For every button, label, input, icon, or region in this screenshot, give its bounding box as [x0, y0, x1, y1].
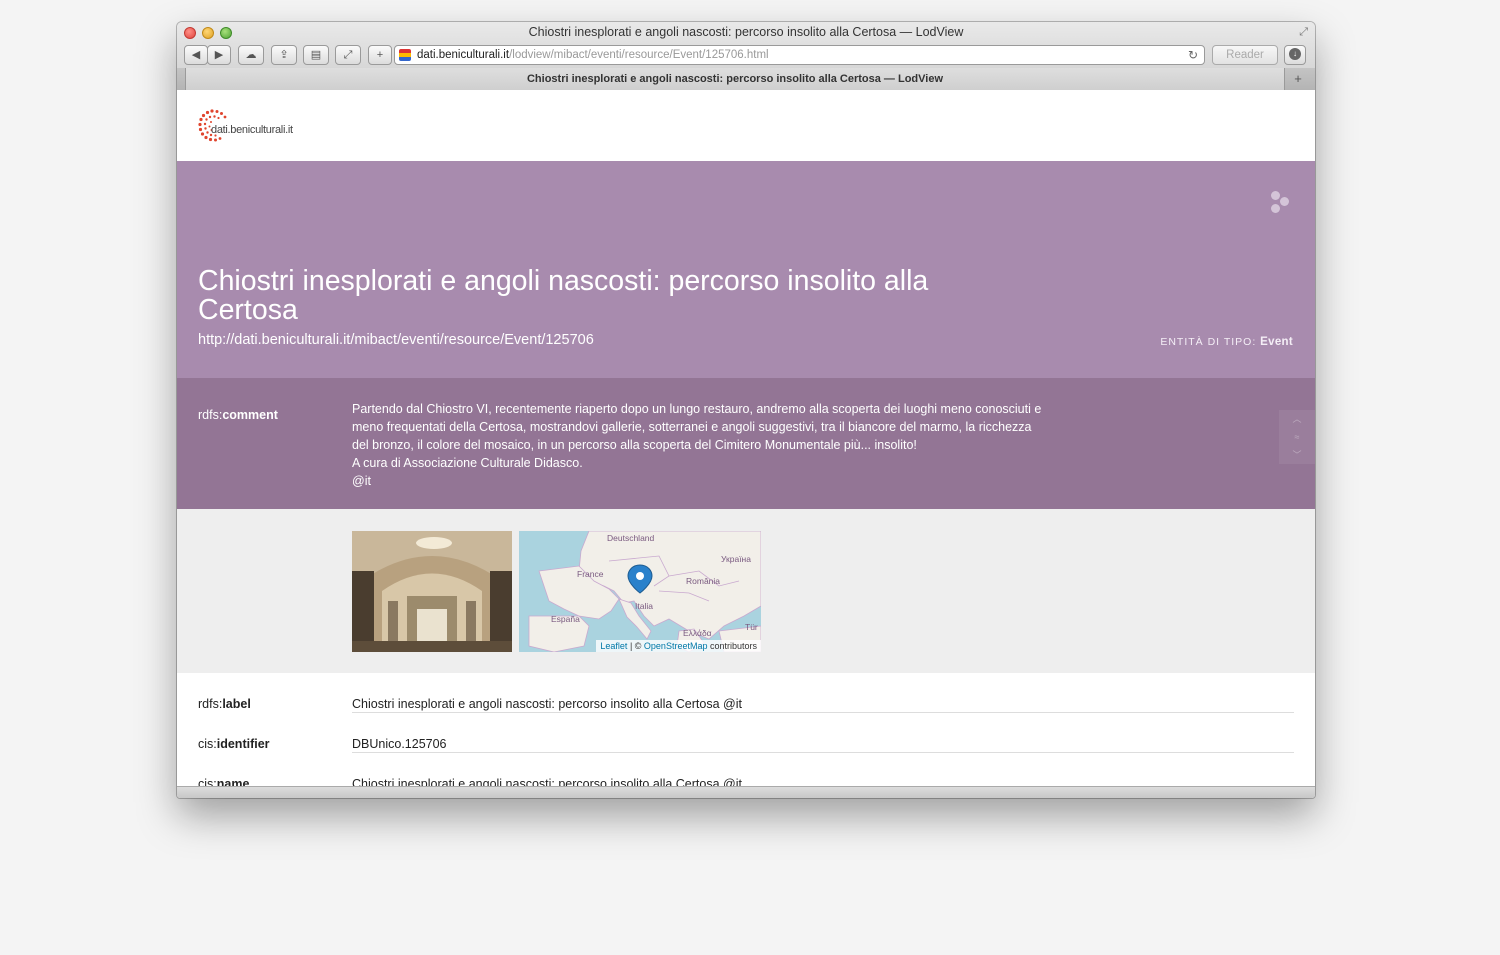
- event-map[interactable]: Deutschland Україна France România Itali…: [519, 531, 761, 652]
- hero-banner: Chiostri inesplorati e angoli nascosti: …: [177, 161, 1315, 378]
- comment-line: A cura di Associazione Culturale Didasco…: [352, 456, 583, 470]
- reload-icon[interactable]: ↻: [1188, 46, 1198, 64]
- property-value: Chiostri inesplorati e angoli nascosti: …: [352, 697, 742, 711]
- entity-type-value[interactable]: Event: [1260, 336, 1293, 348]
- window-bottom-bar: [177, 786, 1315, 798]
- logo-text: dati.beniculturali.it: [211, 124, 293, 136]
- comment-property-label[interactable]: rdfs:comment: [198, 408, 278, 422]
- dots-menu-icon[interactable]: [1271, 191, 1295, 219]
- side-navigation: ︿ ≈ ﹀: [1279, 410, 1315, 464]
- comment-section: rdfs:comment Partendo dal Chiostro VI, r…: [177, 378, 1315, 509]
- site-header: dati.beniculturali.it: [177, 90, 1315, 161]
- property-label[interactable]: cis:identifier: [198, 737, 270, 751]
- page-title: Chiostri inesplorati e angoli nascosti: …: [198, 265, 929, 326]
- address-domain: dati.beniculturali.it: [417, 49, 510, 61]
- map-label-ukraina: Україна: [721, 554, 751, 564]
- osm-link[interactable]: OpenStreetMap: [644, 641, 708, 651]
- add-bookmark-button[interactable]: +: [368, 45, 392, 65]
- map-label-france: France: [577, 569, 604, 579]
- media-section: Deutschland Україна France România Itali…: [177, 509, 1315, 673]
- property-row-name: cis:name Chiostri inesplorati e angoli n…: [177, 753, 1315, 786]
- expand-icon: ⤢: [343, 49, 353, 61]
- event-photo[interactable]: [352, 531, 512, 652]
- property-row-identifier: cis:identifier DBUnico.125706: [177, 713, 1315, 753]
- cloister-photo-icon: [352, 531, 512, 652]
- comment-text: Partendo dal Chiostro VI, recentemente r…: [352, 400, 1042, 490]
- property-value: DBUnico.125706: [352, 737, 447, 751]
- plus-icon: +: [376, 49, 384, 61]
- fullscreen-button[interactable]: ⤢: [335, 45, 361, 65]
- map-label-deutschland: Deutschland: [607, 533, 655, 543]
- comment-line: meno frequentati della Certosa, mostrand…: [352, 420, 1032, 434]
- scroll-up-icon[interactable]: ︿: [1279, 410, 1315, 428]
- resource-uri[interactable]: http://dati.beniculturali.it/mibact/even…: [198, 332, 594, 348]
- window-title: Chiostri inesplorati e angoli nascosti: …: [528, 25, 964, 39]
- comment-line: del bronzo, il colore del mosaico, in un…: [352, 438, 917, 452]
- cloud-icon: ☁: [245, 49, 257, 61]
- bookmarks-icon: ▤: [310, 49, 322, 61]
- property-label[interactable]: rdfs:label: [198, 697, 251, 711]
- scroll-top-icon[interactable]: ≈: [1279, 428, 1315, 446]
- fullscreen-icon[interactable]: ⤢: [1299, 26, 1308, 39]
- browser-toolbar: ◀ ▶ ☁ ⇪ ▤ ⤢ + dati.beniculturali.it/lodv…: [177, 44, 1315, 66]
- forward-arrow-icon: ▶: [214, 49, 224, 61]
- leaflet-link[interactable]: Leaflet: [600, 641, 627, 651]
- property-value: Chiostri inesplorati e angoli nascosti: …: [352, 777, 742, 786]
- map-tiles: [519, 531, 761, 652]
- favicon-icon: [399, 49, 411, 61]
- share-icon: ⇪: [279, 49, 289, 61]
- address-bar[interactable]: dati.beniculturali.it/lodview/mibact/eve…: [394, 45, 1205, 65]
- downloads-button[interactable]: ↓: [1284, 45, 1306, 65]
- map-label-ellada: Ελλάδα: [683, 628, 712, 638]
- download-icon: ↓: [1289, 48, 1301, 60]
- share-button[interactable]: ⇪: [271, 45, 297, 65]
- entity-type-prefix: ENTITÀ DI TIPO:: [1160, 336, 1257, 348]
- tab-bar: Chiostri inesplorati e angoli nascosti: …: [177, 68, 1315, 90]
- new-tab-button[interactable]: +: [1287, 70, 1309, 88]
- address-path: /lodview/mibact/eventi/resource/Event/12…: [509, 49, 769, 61]
- back-arrow-icon: ◀: [191, 49, 201, 61]
- comment-lang: @it: [352, 474, 371, 488]
- tab-active[interactable]: Chiostri inesplorati e angoli nascosti: …: [185, 68, 1285, 90]
- comment-line: Partendo dal Chiostro VI, recentemente r…: [352, 402, 1042, 416]
- map-label-romania: România: [686, 576, 721, 586]
- site-logo[interactable]: dati.beniculturali.it: [198, 108, 308, 148]
- map-attribution: Leaflet | © OpenStreetMap contributors: [596, 640, 761, 652]
- icloud-tabs-button[interactable]: ☁: [238, 45, 264, 65]
- forward-button[interactable]: ▶: [207, 45, 231, 65]
- map-label-tur: Tür: [745, 622, 758, 632]
- browser-window: Chiostri inesplorati e angoli nascosti: …: [177, 22, 1315, 798]
- reader-button[interactable]: Reader: [1212, 45, 1278, 65]
- back-button[interactable]: ◀: [184, 45, 208, 65]
- property-row-label: rdfs:label Chiostri inesplorati e angoli…: [177, 673, 1315, 713]
- scroll-down-icon[interactable]: ﹀: [1279, 446, 1315, 464]
- map-label-italia: Italia: [635, 601, 653, 611]
- property-label[interactable]: cis:name: [198, 777, 249, 786]
- entity-type: ENTITÀ DI TIPO: Event: [1160, 336, 1293, 348]
- sidebar-button[interactable]: ▤: [303, 45, 329, 65]
- map-label-espana: España: [551, 614, 580, 624]
- page-content: dati.beniculturali.it Chiostri inesplora…: [177, 90, 1315, 786]
- title-bar: Chiostri inesplorati e angoli nascosti: …: [177, 22, 1315, 90]
